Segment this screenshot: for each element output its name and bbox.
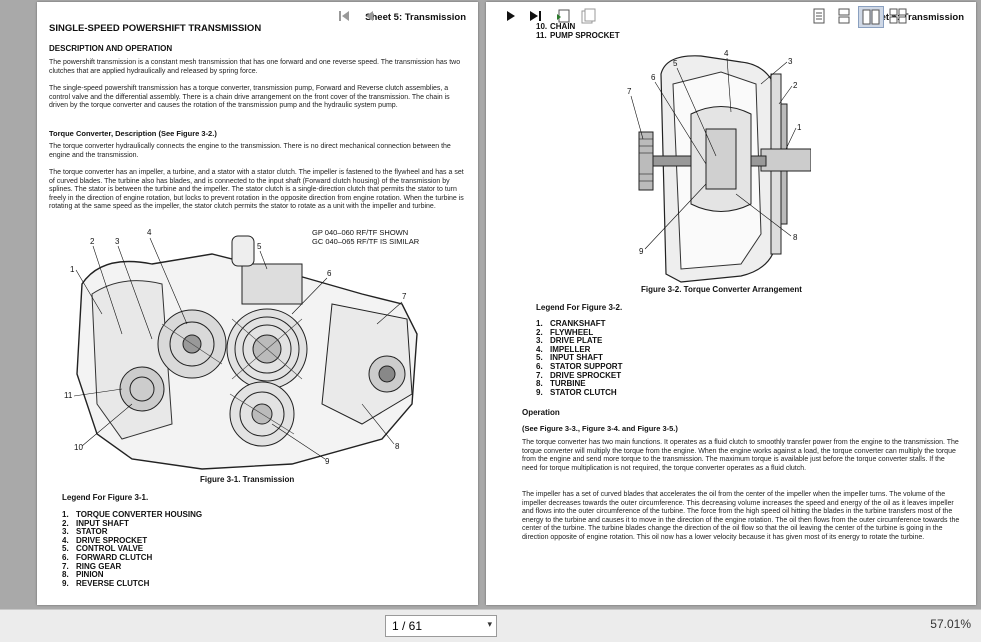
chevron-down-icon[interactable]: ▾: [487, 619, 492, 630]
document-viewport[interactable]: Sheet 5: Transmission SINGLE-SPEED POWER…: [0, 0, 981, 609]
torque-converter-illustration: 1 2 3 4 5 6 7 8 9: [627, 49, 811, 283]
legend-item: 9. STATOR CLUTCH: [536, 387, 617, 397]
first-page-icon[interactable]: [335, 6, 353, 26]
figure-caption: Figure 3-1. Transmission: [200, 475, 295, 484]
figure-caption: Figure 3-2. Torque Converter Arrangement: [641, 285, 802, 294]
callout-8: 8: [395, 442, 400, 451]
section-heading: Operation: [522, 408, 560, 417]
paragraph: The torque converter has two main functi…: [522, 439, 959, 472]
callout-1: 1: [70, 265, 75, 274]
section-heading: DESCRIPTION AND OPERATION: [49, 44, 173, 53]
next-view-icon[interactable]: [578, 6, 598, 26]
two-page-continuous-icon[interactable]: [888, 6, 908, 26]
callout-9: 9: [639, 247, 644, 256]
legend-item: 11. PUMP SPROCKET: [536, 30, 620, 40]
transmission-illustration: 1 2 3 4 5 6 7 8 9 10 11: [64, 228, 418, 470]
callout-11: 11: [64, 391, 73, 400]
page-title: SINGLE-SPEED POWERSHIFT TRANSMISSION: [49, 23, 262, 34]
subsection-heading: (See Figure 3-3., Figure 3-4. and Figure…: [522, 424, 678, 433]
legend-title: Legend For Figure 3-1.: [62, 493, 149, 502]
callout-1: 1: [797, 123, 802, 132]
callout-2: 2: [90, 237, 95, 246]
subsection-heading: Torque Converter, Description (See Figur…: [49, 129, 217, 138]
pdf-page-2: Sheet 5: Transmission 10. CHAIN 11. PUMP S…: [486, 2, 976, 605]
callout-9: 9: [325, 457, 330, 466]
page-number-field[interactable]: ▾: [385, 615, 497, 637]
last-page-icon[interactable]: [526, 6, 546, 26]
callout-7: 7: [402, 292, 407, 301]
zoom-level[interactable]: 57.01%: [930, 617, 971, 631]
paragraph: The single-speed powershift transmission…: [49, 85, 450, 110]
page-number-input[interactable]: [386, 618, 474, 634]
next-page-icon[interactable]: [502, 6, 520, 26]
callout-6: 6: [327, 269, 332, 278]
two-page-view-icon[interactable]: [858, 6, 884, 28]
legend-item: 9. REVERSE CLUTCH: [62, 578, 150, 588]
callout-4: 4: [147, 228, 152, 237]
callout-5: 5: [257, 242, 262, 251]
previous-view-icon[interactable]: [554, 6, 574, 26]
callout-6: 6: [651, 73, 656, 82]
paragraph: The powershift transmission is a constan…: [49, 59, 461, 75]
pdf-page-1: Sheet 5: Transmission SINGLE-SPEED POWER…: [37, 2, 478, 605]
callout-2: 2: [793, 81, 798, 90]
sheet-header: Sheet 5: Transmission: [365, 12, 466, 23]
legend-list: 1. TORQUE CONVERTER HOUSING 2. INPUT SHAFT…: [62, 510, 202, 588]
continuous-view-icon[interactable]: [835, 6, 853, 26]
callout-3: 3: [115, 237, 120, 246]
callout-7: 7: [627, 87, 632, 96]
callout-5: 5: [673, 59, 678, 68]
callout-4: 4: [724, 49, 729, 58]
callout-8: 8: [793, 233, 798, 242]
single-page-view-icon[interactable]: [810, 6, 828, 26]
paragraph: The impeller has a set of curved blades …: [522, 491, 960, 541]
legend-list: 1. CRANKSHAFT 2. FLYWHEEL 3. DRIVE PLATE 4.…: [536, 319, 622, 397]
callout-10: 10: [74, 443, 83, 452]
legend-title: Legend For Figure 3-2.: [536, 303, 623, 312]
callout-3: 3: [788, 57, 793, 66]
paragraph: The torque converter hydraulically conne…: [49, 143, 451, 159]
previous-page-icon[interactable]: [360, 6, 378, 26]
paragraph: The torque converter has an impeller, a …: [49, 169, 464, 211]
